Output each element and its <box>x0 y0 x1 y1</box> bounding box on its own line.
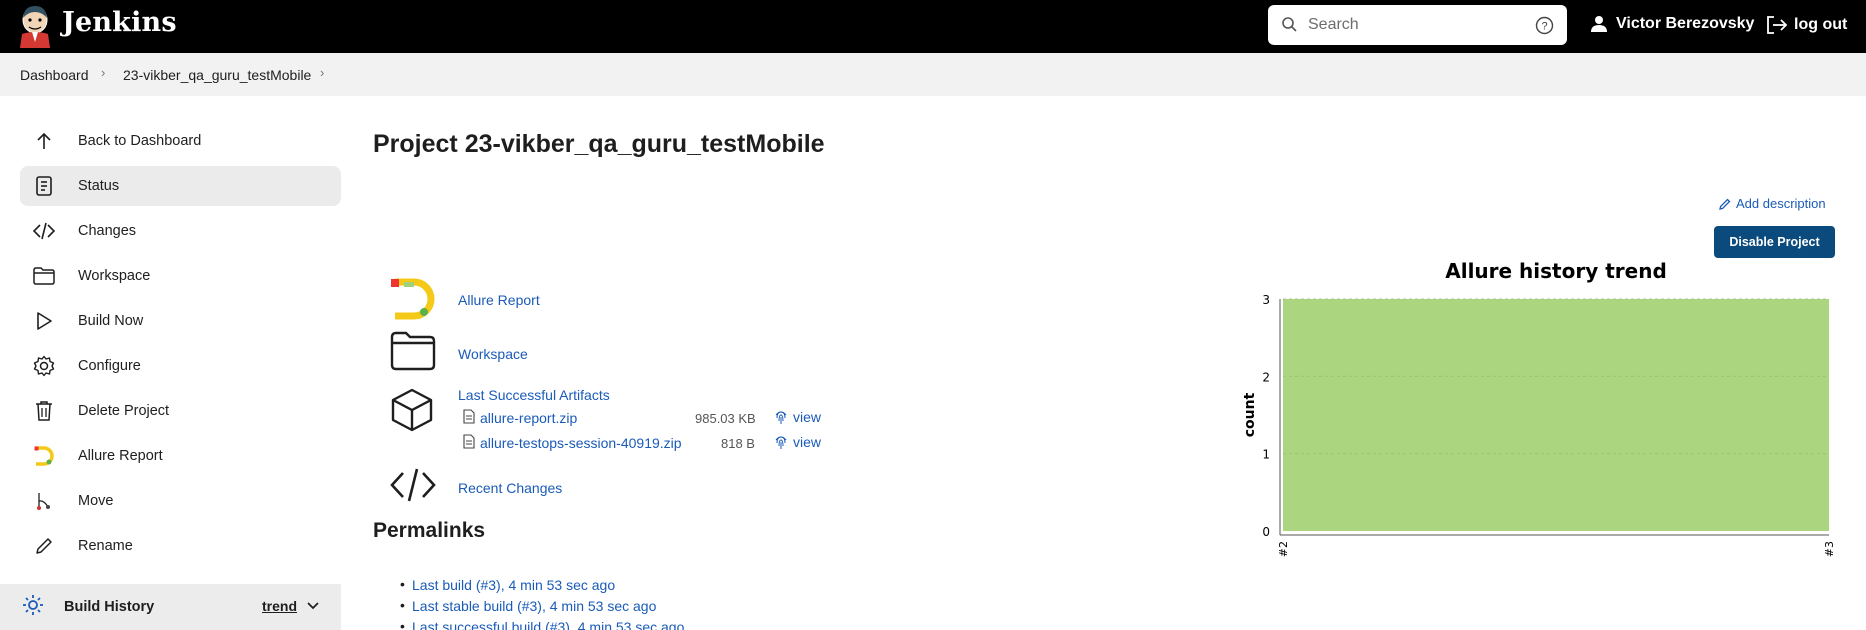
permalink-last-stable-build[interactable]: Last stable build (#3), 4 min 53 sec ago <box>412 598 656 614</box>
logout-label: log out <box>1794 16 1848 33</box>
build-history-label: Build History <box>64 599 155 615</box>
sidebar-item-build-now[interactable]: Build Now <box>20 301 341 341</box>
search-input[interactable] <box>1308 11 1518 39</box>
build-history-icon <box>22 594 44 620</box>
user-name: Victor Berezovsky <box>1616 15 1755 32</box>
breadcrumb-separator-icon[interactable]: › <box>320 65 324 80</box>
artifact-view-link[interactable]: view <box>774 409 821 425</box>
list-bullet: • <box>400 597 405 613</box>
sidebar-item-configure[interactable]: Configure <box>20 346 341 386</box>
folder-icon <box>390 331 436 376</box>
sidebar-item-back-to-dashboard[interactable]: Back to Dashboard <box>20 121 341 161</box>
sidebar-item-label: Rename <box>78 538 133 554</box>
gear-icon <box>32 354 56 378</box>
list-bullet: • <box>400 576 405 592</box>
jenkins-logo-icon[interactable] <box>18 4 52 48</box>
trash-icon <box>32 399 56 423</box>
help-icon[interactable]: ? <box>1535 16 1554 40</box>
brand-name[interactable]: Jenkins <box>62 7 177 38</box>
add-description-label: Add description <box>1736 196 1826 211</box>
chart-y-tick-label: 0 <box>1262 525 1270 539</box>
chart-x-tick-label: #3 <box>1823 541 1836 557</box>
chart-title: Allure history trend <box>1445 259 1667 283</box>
workspace-link[interactable]: Workspace <box>458 346 528 362</box>
code-icon <box>390 467 436 508</box>
file-icon <box>463 409 475 429</box>
page-title: Project 23-vikber_qa_guru_testMobile <box>373 130 825 158</box>
sidebar-item-label: Allure Report <box>78 448 163 464</box>
allure-report-icon <box>390 278 436 325</box>
svg-text:?: ? <box>1541 21 1547 33</box>
allure-history-trend-chart[interactable]: Allure history trend 0 1 2 3 #2 #3 count <box>1240 254 1840 564</box>
fingerprint-icon <box>775 411 787 424</box>
permalink-last-successful-build[interactable]: Last successful build (#3), 4 min 53 sec… <box>412 619 684 630</box>
sidebar-item-label: Delete Project <box>78 403 170 419</box>
play-icon <box>32 309 56 333</box>
sidebar-item-workspace[interactable]: Workspace <box>20 256 341 296</box>
user-icon <box>1591 16 1607 32</box>
sidebar-item-label: Workspace <box>78 268 151 284</box>
folder-icon <box>32 264 56 288</box>
arrow-up-icon <box>32 129 56 153</box>
permalinks-heading: Permalinks <box>373 519 486 542</box>
chart-y-tick-label: 1 <box>1262 448 1270 462</box>
sidebar-item-label: Configure <box>78 358 141 374</box>
chart-y-axis-label: count <box>1242 392 1258 437</box>
pencil-icon <box>1719 198 1731 210</box>
artifact-view-link[interactable]: view <box>774 434 821 450</box>
build-history-trend-link[interactable]: trend <box>262 598 297 614</box>
artifact-link[interactable]: allure-testops-session-40919.zip <box>480 435 682 451</box>
add-description-link[interactable]: Add description <box>1718 196 1826 211</box>
fingerprint-icon <box>775 436 787 449</box>
chevron-down-icon[interactable] <box>306 599 320 617</box>
list-bullet: • <box>400 618 405 630</box>
permalink-last-build[interactable]: Last build (#3), 4 min 53 sec ago <box>412 577 615 593</box>
sidebar-item-label: Status <box>78 178 120 194</box>
build-history-header[interactable]: Build History trend <box>0 584 341 630</box>
page-header: Jenkins ? Victor Berezovsky log out <box>0 0 1866 53</box>
chart-area-series <box>1283 299 1829 531</box>
artifact-size: 985.03 KB <box>695 411 756 426</box>
breadcrumb: Dashboard › 23-vikber_qa_guru_testMobile… <box>0 53 1866 96</box>
sidebar-item-move[interactable]: Move <box>20 481 341 521</box>
chart-y-tick-label: 3 <box>1262 293 1270 307</box>
user-link[interactable]: Victor Berezovsky <box>1590 15 1754 33</box>
sidebar-item-delete-project[interactable]: Delete Project <box>20 391 341 431</box>
sidebar-item-label: Changes <box>78 223 137 239</box>
pencil-icon <box>32 534 56 558</box>
sidebar-item-allure-report[interactable]: Allure Report <box>20 436 341 476</box>
sidebar: Back to Dashboard Status Changes Workspa… <box>0 96 350 630</box>
sidebar-item-label: Build Now <box>78 313 144 329</box>
logout-link[interactable]: log out <box>1766 15 1847 35</box>
document-icon <box>32 174 56 198</box>
artifact-size: 818 B <box>721 436 755 451</box>
code-icon <box>32 219 56 243</box>
logout-icon <box>1767 16 1788 34</box>
view-label: view <box>793 434 822 450</box>
search-icon <box>1281 16 1298 38</box>
sidebar-item-rename[interactable]: Rename <box>20 526 341 566</box>
breadcrumb-dashboard[interactable]: Dashboard <box>20 67 89 83</box>
sidebar-item-label: Move <box>78 493 114 509</box>
breadcrumb-separator-icon: › <box>101 65 106 80</box>
search-box: ? <box>1268 5 1567 45</box>
allure-icon <box>32 444 56 468</box>
sidebar-item-status[interactable]: Status <box>20 166 341 206</box>
view-label: view <box>793 409 822 425</box>
sidebar-item-changes[interactable]: Changes <box>20 211 341 251</box>
file-icon <box>463 434 475 454</box>
breadcrumb-project[interactable]: 23-vikber_qa_guru_testMobile <box>123 67 311 83</box>
recent-changes-link[interactable]: Recent Changes <box>458 480 562 496</box>
move-icon <box>32 489 56 513</box>
chart-x-tick-label: #2 <box>1277 541 1290 557</box>
artifact-link[interactable]: allure-report.zip <box>480 410 577 426</box>
allure-report-link[interactable]: Allure Report <box>458 292 540 308</box>
sidebar-item-label: Back to Dashboard <box>78 133 202 149</box>
package-icon <box>390 387 434 438</box>
last-successful-artifacts-link[interactable]: Last Successful Artifacts <box>458 387 610 403</box>
chart-y-tick-label: 2 <box>1262 370 1270 384</box>
